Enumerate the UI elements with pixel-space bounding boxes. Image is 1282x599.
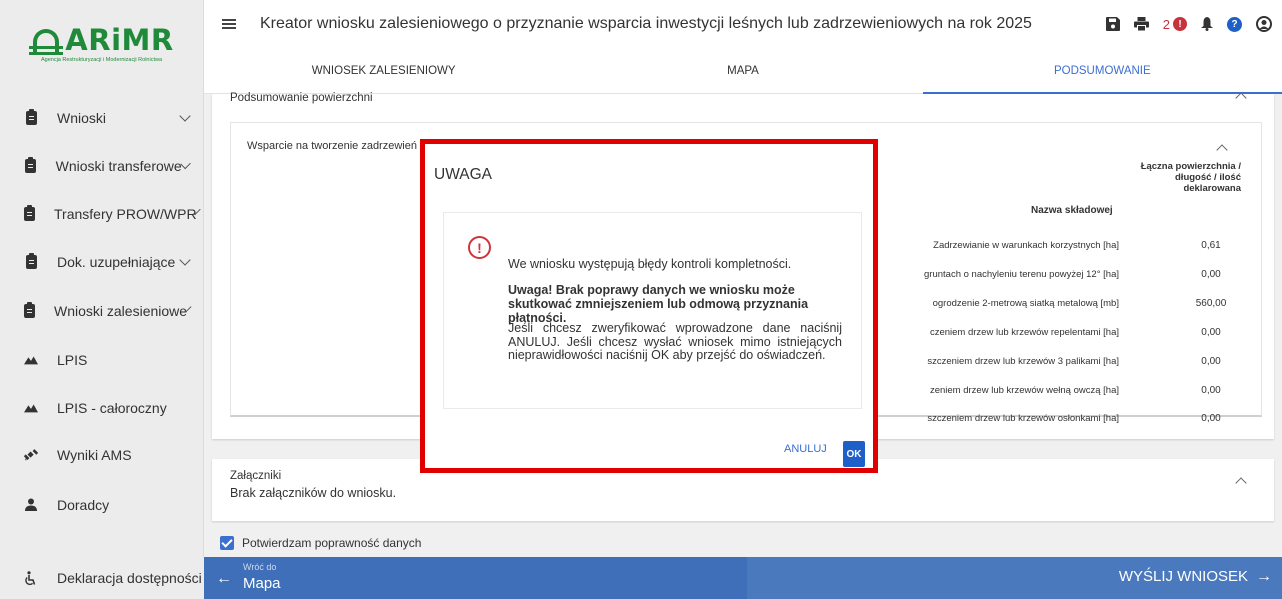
notifications-icon[interactable] bbox=[1201, 15, 1213, 33]
sidebar-item-wnioski-transferowe[interactable]: Wnioski transferowe bbox=[0, 141, 203, 190]
column-header-name: Nazwa składowej bbox=[1031, 205, 1113, 216]
row-value: 0,00 bbox=[1201, 356, 1221, 367]
send-label: WYŚLIJ WNIOSEK bbox=[1118, 568, 1248, 585]
sidebar-item-dok-uzupelniajace[interactable]: Dok. uzupełniające bbox=[0, 237, 203, 286]
sidebar-item-lpis-caloroczny[interactable]: LPIS - całoroczny bbox=[0, 383, 203, 432]
row-value: 0,00 bbox=[1201, 385, 1221, 396]
chevron-up-icon[interactable] bbox=[1235, 92, 1247, 104]
summary-title: Podsumowanie powierzchni bbox=[230, 92, 373, 104]
arrow-right-icon: → bbox=[1256, 568, 1272, 585]
sidebar-item-label: Wyniki AMS bbox=[57, 446, 132, 463]
logo-mark-icon bbox=[29, 27, 64, 55]
checkbox-checked-icon[interactable] bbox=[220, 536, 234, 550]
sidebar-item-label: Transfery PROW/WPR bbox=[54, 205, 197, 222]
confirm-data-checkbox[interactable]: Potwierdzam poprawność danych bbox=[220, 536, 421, 550]
dialog-body: ! We wniosku występują błędy kontroli ko… bbox=[443, 212, 862, 409]
error-count: 2 bbox=[1162, 16, 1170, 32]
print-icon[interactable] bbox=[1133, 15, 1149, 33]
app-header: Kreator wniosku zalesieniowego o przyzna… bbox=[204, 0, 1282, 48]
clipboard-icon bbox=[24, 252, 38, 270]
clipboard-icon bbox=[24, 108, 38, 126]
section-title: Wsparcie na tworzenie zadrzewień bbox=[247, 140, 417, 152]
tab-podsumowanie[interactable]: PODSUMOWANIE bbox=[922, 48, 1282, 94]
clipboard-icon bbox=[24, 204, 35, 222]
back-caption: Wróć do bbox=[243, 562, 277, 572]
arimr-logo[interactable]: ARiMR Agencja Restrukturyzacji i Moderni… bbox=[0, 0, 203, 82]
accessibility-label: Deklaracja dostępności bbox=[57, 570, 202, 586]
sidebar-item-label: Wnioski zalesieniowe bbox=[54, 302, 188, 319]
warning-dialog: UWAGA ! We wniosku występują błędy kontr… bbox=[420, 139, 878, 473]
help-icon[interactable]: ? bbox=[1227, 15, 1242, 33]
menu-icon[interactable] bbox=[222, 19, 236, 29]
back-button[interactable]: ← Wróć do Mapa bbox=[204, 557, 747, 599]
tab-bar: WNIOSEK ZALESIENIOWY MAPA PODSUMOWANIE bbox=[204, 48, 1282, 94]
sidebar-item-label: LPIS - całoroczny bbox=[57, 399, 167, 416]
accessibility-link[interactable]: Deklaracja dostępności bbox=[0, 557, 204, 599]
clipboard-icon bbox=[24, 156, 37, 174]
terrain-icon bbox=[24, 352, 38, 368]
sidebar-item-label: Dok. uzupełniające bbox=[57, 253, 176, 270]
sidebar-item-label: LPIS bbox=[57, 351, 88, 368]
accessibility-icon bbox=[24, 570, 38, 586]
cancel-button[interactable]: ANULUJ bbox=[784, 443, 827, 455]
attachments-text: Brak załączników do wniosku. bbox=[230, 486, 397, 500]
sidebar-item-lpis[interactable]: LPIS bbox=[0, 335, 203, 384]
errors-indicator[interactable]: 2 ! bbox=[1163, 15, 1187, 33]
confirm-label: Potwierdzam poprawność danych bbox=[242, 536, 422, 550]
terrain-icon bbox=[24, 400, 38, 416]
save-icon[interactable] bbox=[1105, 15, 1120, 33]
error-icon: ! bbox=[1173, 17, 1187, 31]
dialog-message: We wniosku występują błędy kontroli komp… bbox=[508, 257, 792, 271]
sidebar-item-label: Wnioski bbox=[57, 109, 107, 126]
chevron-up-icon[interactable] bbox=[1216, 144, 1228, 156]
chevron-down-icon bbox=[179, 253, 191, 266]
column-header-total: Łączna powierzchnia / długość / ilość de… bbox=[1140, 161, 1241, 194]
row-value: 0,00 bbox=[1201, 413, 1221, 424]
logo-brand: ARiMR bbox=[65, 23, 174, 57]
chevron-up-icon[interactable] bbox=[1235, 477, 1247, 489]
tab-mapa[interactable]: MAPA bbox=[563, 48, 922, 93]
sidebar-item-doradcy[interactable]: Doradcy bbox=[0, 480, 203, 529]
dialog-warning: Uwaga! Brak poprawy danych we wniosku mo… bbox=[508, 283, 809, 325]
sidebar-item-wnioski[interactable]: Wnioski bbox=[0, 93, 203, 142]
row-value: 0,00 bbox=[1201, 269, 1221, 280]
page-title: Kreator wniosku zalesieniowego o przyzna… bbox=[260, 15, 1032, 32]
row-value: 0,61 bbox=[1201, 240, 1221, 251]
bottom-action-bar: ← Wróć do Mapa WYŚLIJ WNIOSEK → bbox=[204, 557, 1282, 599]
clipboard-icon bbox=[24, 301, 35, 319]
sidebar-item-label: Doradcy bbox=[57, 496, 110, 513]
send-button[interactable]: WYŚLIJ WNIOSEK → bbox=[747, 557, 1282, 599]
attachments-title: Załączniki bbox=[230, 470, 282, 482]
tab-wniosek-zalesieniowy[interactable]: WNIOSEK ZALESIENIOWY bbox=[204, 48, 563, 93]
dialog-instructions: Jeśli chcesz zweryfikować wprowadzone da… bbox=[508, 321, 842, 362]
person-icon bbox=[24, 497, 38, 513]
ok-button[interactable]: OK bbox=[843, 441, 865, 467]
sidebar-item-transfery[interactable]: Transfery PROW/WPR bbox=[0, 189, 203, 238]
sidebar-item-label: Wnioski transferowe bbox=[55, 157, 182, 174]
sidebar: ARiMR Agencja Restrukturyzacji i Moderni… bbox=[0, 0, 204, 599]
chevron-down-icon bbox=[179, 109, 191, 122]
sidebar-item-wyniki-ams[interactable]: Wyniki AMS bbox=[0, 430, 203, 479]
sidebar-item-wnioski-zalesieniowe[interactable]: Wnioski zalesieniowe bbox=[0, 286, 203, 335]
back-target: Mapa bbox=[243, 575, 281, 592]
row-value: 560,00 bbox=[1195, 298, 1227, 309]
arrow-left-icon: ← bbox=[216, 570, 232, 587]
row-value: 0,00 bbox=[1201, 327, 1221, 338]
account-icon[interactable] bbox=[1256, 15, 1272, 33]
dialog-title: UWAGA bbox=[434, 166, 492, 183]
logo-subtitle: Agencja Restrukturyzacji i Modernizacji … bbox=[40, 57, 163, 63]
satellite-icon bbox=[24, 447, 38, 463]
warning-icon: ! bbox=[468, 236, 491, 259]
